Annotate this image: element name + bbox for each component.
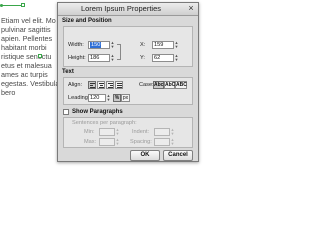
x-label: X:	[140, 42, 146, 48]
dialog-titlebar[interactable]: Lorem Ipsum Properties ×	[58, 3, 198, 16]
y-stepper[interactable]: ▲ ▼	[174, 54, 179, 62]
align-left-icon-line	[90, 85, 93, 86]
document-text-line: ames ac turpis	[1, 70, 48, 79]
document-text-line: ristique senectu	[1, 52, 52, 61]
align-left-button[interactable]	[88, 81, 96, 89]
case-label: Case:	[139, 82, 154, 88]
document-text-line: etus et malesua	[1, 61, 52, 70]
leading-label: Leading:	[68, 95, 90, 101]
max-label: Max:	[84, 139, 97, 145]
align-left-icon	[90, 83, 95, 84]
align-justify-icon	[117, 83, 122, 84]
indent-field[interactable]	[154, 128, 170, 136]
min-stepper[interactable]: ▲ ▼	[115, 128, 120, 136]
max-field[interactable]	[99, 138, 115, 146]
align-center-icon-line	[100, 85, 103, 86]
align-center-icon	[99, 83, 104, 84]
spin-down-icon[interactable]: ▼	[174, 45, 179, 49]
width-label: Width:	[68, 42, 84, 48]
resize-handle-top[interactable]	[21, 3, 25, 7]
align-right-icon	[108, 83, 113, 84]
min-label: Min:	[84, 129, 95, 135]
align-right-icon-line	[108, 87, 113, 88]
spacing-field[interactable]	[154, 138, 170, 146]
document-text-line: Etiam vel elit. Mo	[1, 16, 56, 25]
spin-down-icon[interactable]: ▼	[115, 132, 120, 136]
spin-down-icon[interactable]: ▼	[170, 132, 175, 136]
spin-down-icon[interactable]: ▼	[106, 98, 111, 102]
document-text-line: habitant morbi	[1, 43, 47, 52]
y-label: Y:	[140, 55, 145, 61]
document-text-line: apien. Pellentes	[1, 34, 53, 43]
width-stepper[interactable]: ▲ ▼	[110, 41, 115, 49]
section-text-header: Text	[62, 69, 74, 75]
spin-down-icon[interactable]: ▼	[115, 142, 120, 146]
paragraphs-panel: Sentences per paragraph: Min: ▲ ▼ Max: ▲…	[63, 117, 193, 148]
indent-stepper[interactable]: ▲ ▼	[170, 128, 175, 136]
align-label: Align:	[68, 82, 82, 88]
min-field[interactable]	[99, 128, 115, 136]
spin-down-icon[interactable]: ▼	[174, 58, 179, 62]
case-mixed-button[interactable]: AbC	[164, 81, 175, 89]
y-value: 62	[154, 55, 161, 61]
section-size-position-header: Size and Position	[62, 18, 112, 24]
size-position-panel: Width: 150 ▲ ▼ Height: 186 ▲ ▼ X: 159 ▲ …	[63, 26, 193, 67]
align-justify-button[interactable]	[115, 81, 123, 89]
cancel-button[interactable]: Cancel	[163, 150, 193, 161]
anchor-line	[0, 5, 22, 6]
spacing-stepper[interactable]: ▲ ▼	[170, 138, 175, 146]
height-value: 186	[90, 55, 100, 61]
case-titlecase-button[interactable]: Abc	[153, 81, 164, 89]
document-text-line: bero	[1, 88, 16, 97]
align-right-icon-line	[110, 85, 113, 86]
align-center-button[interactable]	[97, 81, 105, 89]
anchor-dot	[0, 4, 3, 7]
spin-down-icon[interactable]: ▼	[170, 142, 175, 146]
leading-value: 120	[90, 95, 100, 101]
height-field[interactable]: 186	[88, 54, 110, 62]
align-center-icon-line	[99, 87, 104, 88]
spin-down-icon[interactable]: ▼	[110, 58, 115, 62]
height-stepper[interactable]: ▲ ▼	[110, 54, 115, 62]
text-panel: Align: Case: Abc AbC ABC Leading: 120 ▲ …	[63, 77, 193, 105]
align-justify-icon-line	[117, 85, 122, 86]
width-value: 150	[90, 42, 102, 48]
indent-label: Indent:	[132, 129, 150, 135]
align-justify-icon-line	[117, 87, 122, 88]
max-stepper[interactable]: ▲ ▼	[115, 138, 120, 146]
width-field[interactable]: 150	[88, 41, 110, 49]
document-text-line: egestas. Vestibula	[1, 79, 60, 88]
align-right-button[interactable]	[106, 81, 114, 89]
show-paragraphs-label[interactable]: Show Paragraphs	[72, 109, 123, 115]
unit-px-button[interactable]: px	[121, 94, 130, 102]
resize-handle-middle[interactable]	[38, 54, 42, 58]
spacing-label: Spacing:	[130, 139, 152, 145]
align-left-icon-line	[90, 87, 95, 88]
x-field[interactable]: 159	[152, 41, 174, 49]
sentences-per-paragraph-label: Sentences per paragraph:	[72, 120, 137, 126]
close-icon[interactable]: ×	[186, 4, 196, 13]
unit-percent-button[interactable]: %	[113, 94, 121, 102]
link-icon[interactable]	[117, 44, 121, 60]
leading-stepper[interactable]: ▲ ▼	[106, 94, 111, 102]
case-upper-button[interactable]: ABC	[175, 81, 187, 89]
document-canvas[interactable]: Etiam vel elit. Mo pulvinar sagittis api…	[0, 0, 60, 200]
spin-down-icon[interactable]: ▼	[110, 45, 115, 49]
x-value: 159	[154, 42, 164, 48]
dialog-title: Lorem Ipsum Properties	[80, 4, 162, 13]
height-label: Height:	[68, 55, 86, 61]
ok-button[interactable]: OK	[130, 150, 160, 161]
properties-dialog: Lorem Ipsum Properties × Size and Positi…	[57, 2, 199, 162]
y-field[interactable]: 62	[152, 54, 174, 62]
x-stepper[interactable]: ▲ ▼	[174, 41, 179, 49]
document-text-line: pulvinar sagittis	[1, 25, 51, 34]
leading-field[interactable]: 120	[88, 94, 106, 102]
show-paragraphs-checkbox[interactable]	[63, 109, 69, 115]
